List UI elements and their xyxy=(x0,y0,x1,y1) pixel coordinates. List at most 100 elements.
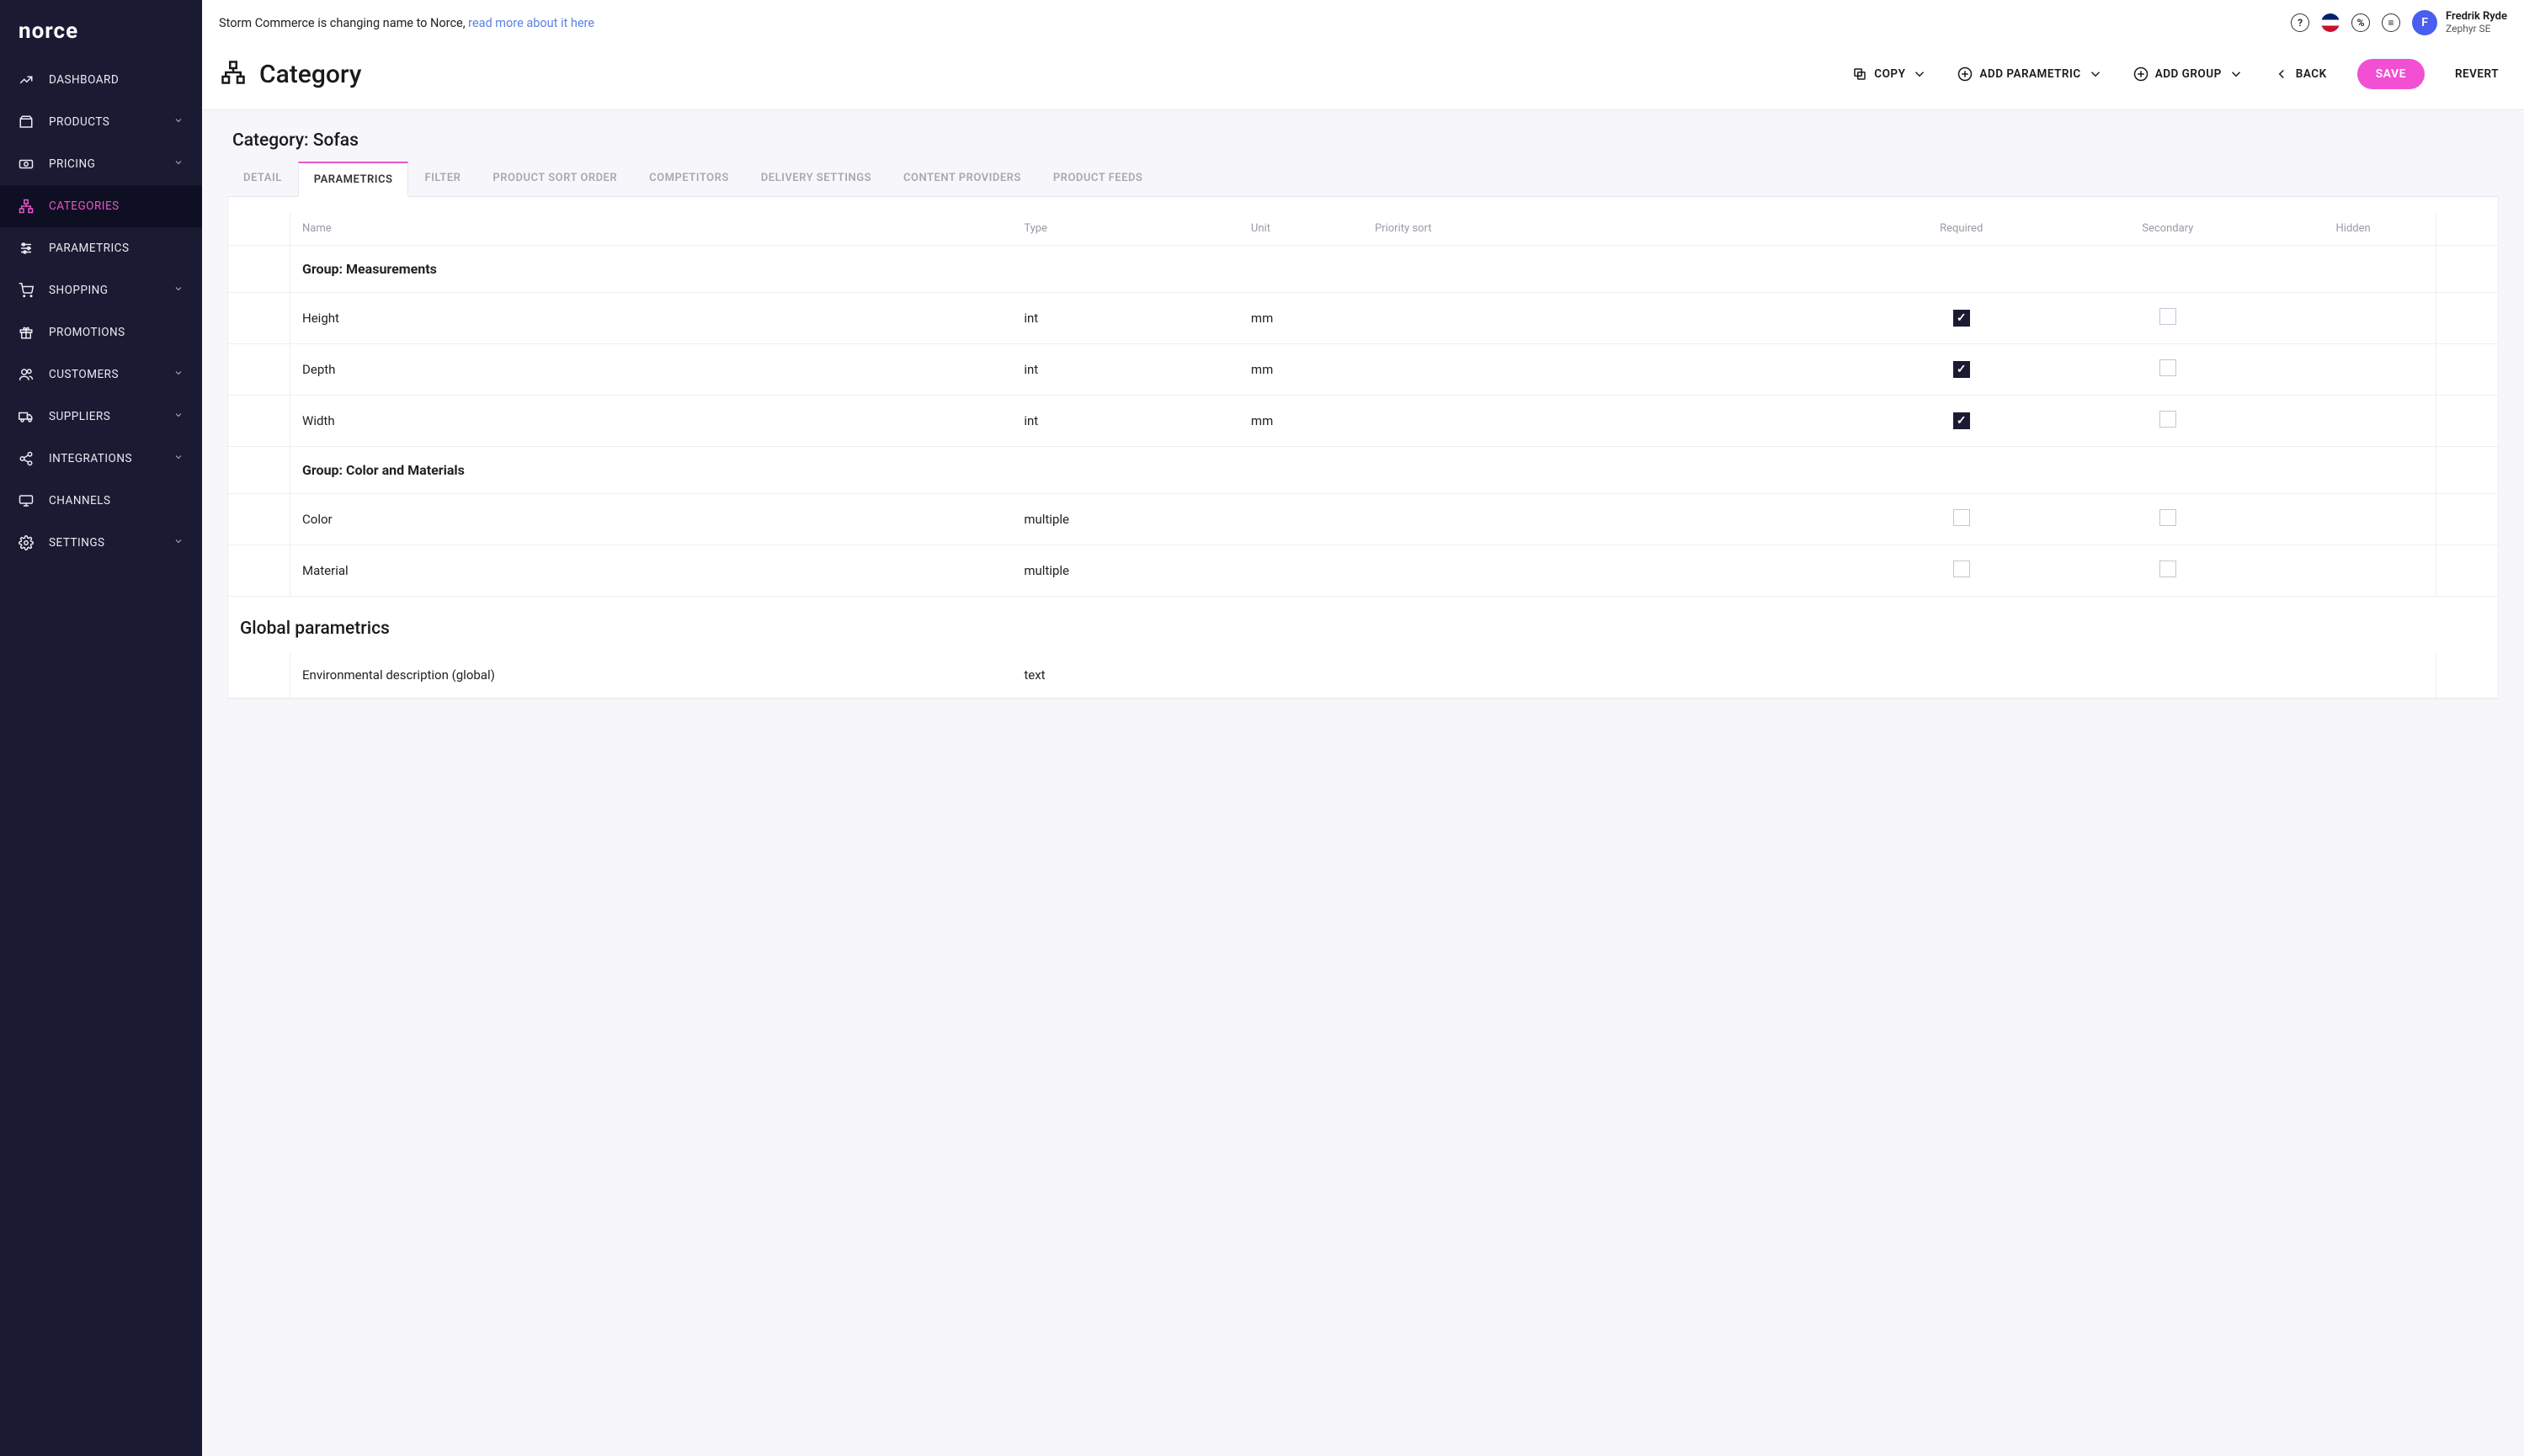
chevron-down-icon xyxy=(173,115,184,129)
sidebar-item-label: CHANNELS xyxy=(49,494,111,507)
cell-type: text xyxy=(1012,652,1239,699)
group-header-row: Group: Color and Materials xyxy=(228,447,2498,494)
required-checkbox[interactable] xyxy=(1953,561,1970,577)
table-row[interactable]: Height int mm xyxy=(228,293,2498,344)
sidebar-item-categories[interactable]: CATEGORIES xyxy=(0,185,202,227)
breadcrumb: Category: Sofas xyxy=(227,130,2499,151)
share-icon xyxy=(19,451,34,466)
sidebar-item-dashboard[interactable]: DASHBOARD xyxy=(0,59,202,101)
tab-parametrics[interactable]: PARAMETRICS xyxy=(298,162,409,197)
sidebar-item-label: DASHBOARD xyxy=(49,73,119,87)
tab-content-providers[interactable]: CONTENT PROVIDERS xyxy=(887,161,1037,196)
menu-circle-icon[interactable]: ≡ xyxy=(2382,13,2400,32)
add-parametric-label: ADD PARAMETRIC xyxy=(1979,67,2080,81)
sidebar-item-label: CATEGORIES xyxy=(49,199,120,213)
revert-button[interactable]: REVERT xyxy=(2455,67,2499,81)
cell-type: multiple xyxy=(1012,494,1239,545)
sidebar-item-channels[interactable]: CHANNELS xyxy=(0,480,202,522)
tab-detail[interactable]: DETAIL xyxy=(227,161,298,196)
tab-product-feeds[interactable]: PRODUCT FEEDS xyxy=(1037,161,1159,196)
page-header: Category COPY ADD PARAMETRIC ADD GROUP B… xyxy=(202,42,2524,110)
col-required-header: Required xyxy=(1858,212,2064,246)
cell-name: Width xyxy=(290,396,1013,447)
flag-uk-icon[interactable] xyxy=(2321,13,2340,32)
sidebar-item-label: PRODUCTS xyxy=(49,115,109,129)
cell-unit: mm xyxy=(1239,396,1363,447)
announcement-link[interactable]: read more about it here xyxy=(468,16,594,30)
table-row[interactable]: Depth int mm xyxy=(228,344,2498,396)
global-parametrics-table: Environmental description (global) text xyxy=(228,652,2498,699)
col-type-header: Type xyxy=(1012,212,1239,246)
global-parametrics-heading: Global parametrics xyxy=(228,597,2498,652)
table-row[interactable]: Width int mm xyxy=(228,396,2498,447)
cell-unit xyxy=(1239,652,1363,699)
sidebar-item-customers[interactable]: CUSTOMERS xyxy=(0,353,202,396)
sidebar-item-settings[interactable]: SETTINGS xyxy=(0,522,202,564)
main: Storm Commerce is changing name to Norce… xyxy=(202,0,2524,1456)
secondary-checkbox[interactable] xyxy=(2159,561,2176,577)
brand-logo: norce xyxy=(0,7,202,59)
sidebar: norce DASHBOARD PRODUCTS PRICING CATEGOR… xyxy=(0,0,202,1456)
user-org: Zephyr SE xyxy=(2446,24,2507,35)
tab-competitors[interactable]: COMPETITORS xyxy=(633,161,745,196)
required-checkbox[interactable] xyxy=(1953,509,1970,526)
back-button[interactable]: BACK xyxy=(2274,66,2327,82)
secondary-checkbox[interactable] xyxy=(2159,308,2176,325)
sidebar-item-label: SUPPLIERS xyxy=(49,410,110,423)
sidebar-item-label: INTEGRATIONS xyxy=(49,452,132,465)
content: Category: Sofas DETAIL PARAMETRICS FILTE… xyxy=(202,110,2524,1456)
group-title: Group: Color and Materials xyxy=(290,447,2436,494)
cell-name: Environmental description (global) xyxy=(290,652,1013,699)
hierarchy-icon xyxy=(19,199,34,214)
group-header-row: Group: Measurements xyxy=(228,246,2498,293)
tab-product-sort-order[interactable]: PRODUCT SORT ORDER xyxy=(477,161,633,196)
gift-icon xyxy=(19,325,34,340)
chevron-down-icon xyxy=(173,452,184,465)
sidebar-item-parametrics[interactable]: PARAMETRICS xyxy=(0,227,202,269)
box-icon xyxy=(19,114,34,130)
secondary-checkbox[interactable] xyxy=(2159,359,2176,376)
save-button[interactable]: SAVE xyxy=(2357,59,2425,89)
sidebar-item-promotions[interactable]: PROMOTIONS xyxy=(0,311,202,353)
cell-type: int xyxy=(1012,396,1239,447)
topbar: Storm Commerce is changing name to Norce… xyxy=(202,0,2524,42)
cell-unit xyxy=(1239,545,1363,597)
sidebar-item-shopping[interactable]: SHOPPING xyxy=(0,269,202,311)
table-row[interactable]: Material multiple xyxy=(228,545,2498,597)
percent-icon[interactable]: % xyxy=(2351,13,2370,32)
col-name-header: Name xyxy=(290,212,1013,246)
sidebar-item-label: CUSTOMERS xyxy=(49,368,119,381)
table-row[interactable]: Environmental description (global) text xyxy=(228,652,2498,699)
secondary-checkbox[interactable] xyxy=(2159,411,2176,428)
user-menu[interactable]: F Fredrik Ryde Zephyr SE xyxy=(2412,10,2507,35)
cell-name: Depth xyxy=(290,344,1013,396)
parametrics-panel: Name Type Unit Priority sort Required Se… xyxy=(227,197,2499,699)
chevron-left-icon xyxy=(2274,66,2289,82)
table-row[interactable]: Color multiple xyxy=(228,494,2498,545)
truck-icon xyxy=(19,409,34,424)
back-label: BACK xyxy=(2296,67,2327,81)
user-name: Fredrik Ryde xyxy=(2446,11,2507,23)
required-checkbox[interactable] xyxy=(1953,310,1970,327)
required-checkbox[interactable] xyxy=(1953,361,1970,378)
help-icon[interactable]: ? xyxy=(2291,13,2309,32)
cell-unit: mm xyxy=(1239,293,1363,344)
announcement-text: Storm Commerce is changing name to Norce… xyxy=(219,16,468,30)
sidebar-item-integrations[interactable]: INTEGRATIONS xyxy=(0,438,202,480)
copy-button[interactable]: COPY xyxy=(1852,66,1927,82)
add-parametric-button[interactable]: ADD PARAMETRIC xyxy=(1957,66,2102,82)
secondary-checkbox[interactable] xyxy=(2159,509,2176,526)
tab-filter[interactable]: FILTER xyxy=(408,161,477,196)
gear-icon xyxy=(19,535,34,550)
chevron-down-icon xyxy=(173,368,184,381)
add-group-label: ADD GROUP xyxy=(2155,67,2222,81)
tab-delivery-settings[interactable]: DELIVERY SETTINGS xyxy=(745,161,887,196)
add-group-button[interactable]: ADD GROUP xyxy=(2133,66,2244,82)
hierarchy-icon xyxy=(221,60,246,88)
required-checkbox[interactable] xyxy=(1953,412,1970,429)
sidebar-item-pricing[interactable]: PRICING xyxy=(0,143,202,185)
col-hidden-header: Hidden xyxy=(2271,212,2436,246)
cell-unit: mm xyxy=(1239,344,1363,396)
sidebar-item-suppliers[interactable]: SUPPLIERS xyxy=(0,396,202,438)
sidebar-item-products[interactable]: PRODUCTS xyxy=(0,101,202,143)
